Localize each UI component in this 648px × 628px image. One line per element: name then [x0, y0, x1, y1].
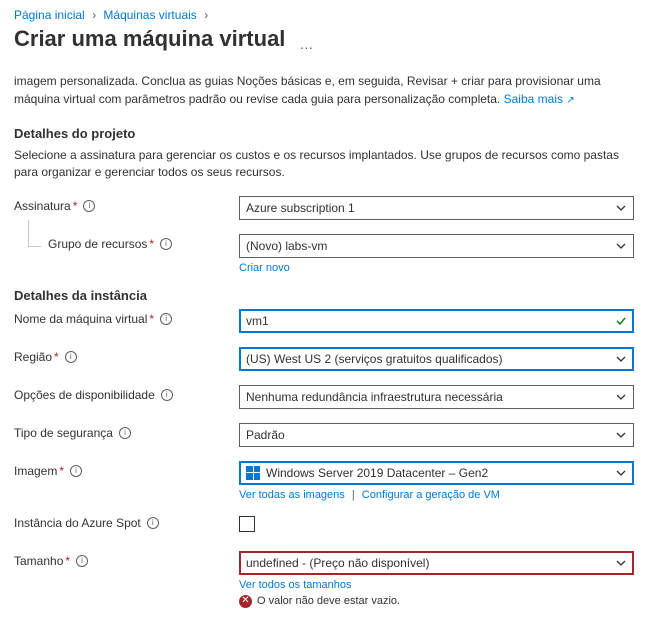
learn-more-link[interactable]: Saiba mais ↗ — [504, 92, 575, 106]
info-icon[interactable]: i — [147, 517, 159, 529]
vmname-input[interactable]: vm1 — [239, 309, 634, 333]
chevron-down-icon — [615, 557, 627, 569]
breadcrumb-home[interactable]: Página inicial — [14, 8, 85, 22]
info-icon[interactable]: i — [70, 465, 82, 477]
page-title: Criar uma máquina virtual — [14, 26, 285, 52]
region-label: Região* i — [14, 347, 239, 364]
availability-label: Opções de disponibilidade i — [14, 385, 239, 402]
section-project-title: Detalhes do projeto — [14, 126, 634, 141]
resource-group-dropdown[interactable]: (Novo) labs-vm — [239, 234, 634, 258]
info-icon[interactable]: i — [160, 238, 172, 250]
info-icon[interactable]: i — [65, 351, 77, 363]
breadcrumb-vms[interactable]: Máquinas virtuais — [103, 8, 196, 22]
section-project-desc: Selecione a assinatura para gerenciar os… — [14, 147, 634, 182]
see-all-images-link[interactable]: Ver todas as imagens — [239, 489, 345, 501]
section-instance-title: Detalhes da instância — [14, 288, 634, 303]
configure-vm-gen-link[interactable]: Configurar a geração de VM — [362, 489, 500, 501]
error-icon: ✕ — [239, 595, 252, 608]
chevron-down-icon — [615, 202, 627, 214]
availability-dropdown[interactable]: Nenhuma redundância infraestrutura neces… — [239, 385, 634, 409]
more-actions-icon[interactable]: … — [299, 36, 313, 52]
info-icon[interactable]: i — [76, 555, 88, 567]
spot-label: Instância do Azure Spot i — [14, 513, 239, 530]
breadcrumb: Página inicial › Máquinas virtuais › — [14, 8, 634, 22]
info-icon[interactable]: i — [160, 313, 172, 325]
subscription-dropdown[interactable]: Azure subscription 1 — [239, 196, 634, 220]
resource-group-label: Grupo de recursos* i — [14, 234, 239, 251]
see-all-sizes-link[interactable]: Ver todos os tamanhos — [239, 579, 352, 591]
security-dropdown[interactable]: Padrão — [239, 423, 634, 447]
chevron-down-icon — [615, 391, 627, 403]
size-label: Tamanho* i — [14, 551, 239, 568]
external-link-icon: ↗ — [566, 95, 574, 106]
chevron-down-icon — [615, 429, 627, 441]
chevron-down-icon — [615, 240, 627, 252]
info-icon[interactable]: i — [119, 427, 131, 439]
chevron-down-icon — [615, 467, 627, 479]
check-icon — [615, 315, 627, 327]
intro-text: imagem personalizada. Conclua as guias N… — [14, 72, 634, 108]
size-dropdown[interactable]: undefined - (Preço não disponível) — [239, 551, 634, 575]
breadcrumb-sep: › — [92, 8, 96, 22]
vmname-label: Nome da máquina virtual* i — [14, 309, 239, 326]
image-label: Imagem* i — [14, 461, 239, 478]
spot-checkbox[interactable] — [239, 516, 255, 532]
size-error: ✕ O valor não deve estar vazio. — [239, 595, 634, 608]
chevron-down-icon — [615, 353, 627, 365]
info-icon[interactable]: i — [83, 200, 95, 212]
info-icon[interactable]: i — [161, 389, 173, 401]
region-dropdown[interactable]: (US) West US 2 (serviços gratuitos quali… — [239, 347, 634, 371]
image-dropdown[interactable]: Windows Server 2019 Datacenter – Gen2 — [239, 461, 634, 485]
windows-icon — [246, 466, 260, 480]
subscription-label: Assinatura* i — [14, 196, 239, 213]
security-label: Tipo de segurança i — [14, 423, 239, 440]
breadcrumb-sep: › — [204, 8, 208, 22]
create-new-rg-link[interactable]: Criar novo — [239, 262, 290, 274]
